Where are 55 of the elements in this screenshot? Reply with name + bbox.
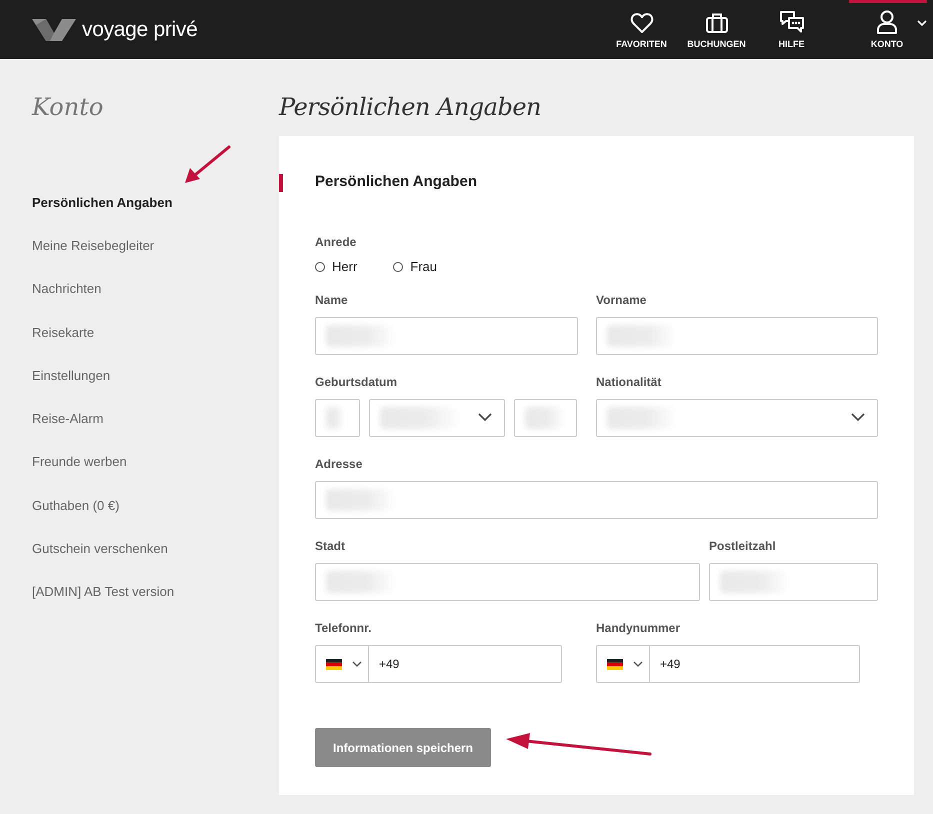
input-field[interactable] [315,563,700,601]
logo-icon [32,16,76,42]
sidebar-item[interactable]: Nachrichten [32,268,102,311]
heart-icon [630,12,654,34]
radio-option[interactable]: Frau [393,259,438,274]
page-title: Persönlichen Angaben [279,93,542,121]
phone-field[interactable]: +49 [596,645,860,683]
chevron-down-icon [633,661,643,667]
input-field[interactable] [514,399,577,437]
field-label: Nationalität [596,375,662,389]
sidebar-title: Konto [32,93,104,121]
section-heading: Persönlichen Angaben [315,173,477,190]
input-field[interactable] [596,317,878,355]
sidebar-item[interactable]: Freunde werben [32,440,127,484]
chevron-down-icon [352,661,362,667]
radio-option[interactable]: Herr [315,259,358,274]
field-label: Stadt [315,539,345,553]
input-field[interactable] [315,317,578,355]
sidebar-item[interactable]: Reise-Alarm [32,397,104,441]
save-button[interactable]: Informationen speichern [315,728,491,767]
user-icon [876,10,898,34]
chevron-down-icon [851,413,865,422]
sidebar-item[interactable]: [ADMIN] AB Test version [32,570,174,614]
field-label: Handynummer [596,621,680,635]
input-field[interactable] [709,563,878,601]
sidebar-item[interactable]: Reisekarte [32,310,94,354]
nav-item[interactable]: FAVORITEN [604,0,679,59]
flag-icon [326,658,342,670]
sidebar-item[interactable]: Gutschein verschenken [32,527,168,571]
field-label: Vorname [596,293,646,307]
chevron-down-icon [478,413,492,422]
suitcase-icon [704,12,728,34]
field-label: Adresse [315,457,362,471]
field-label: Geburtsdatum [315,375,398,389]
input-field[interactable] [315,481,878,519]
field-label: Name [315,293,348,307]
section-marker [279,174,283,192]
nav-item[interactable]: KONTO [849,0,927,59]
flag-icon [607,658,623,670]
select-field[interactable] [369,399,505,437]
annotation-arrow [183,144,233,186]
sidebar-item[interactable]: Einstellungen [32,354,110,398]
field-label: Postleitzahl [709,539,776,553]
sidebar-item[interactable]: Persönlichen Angaben [32,181,172,224]
logo-text: voyage privé [82,18,198,42]
sidebar-item[interactable]: Meine Reisebegleiter [32,224,154,268]
nav-item[interactable]: BUCHUNGEN [679,0,754,59]
phone-field[interactable]: +49 [315,645,562,683]
field-label: Telefonnr. [315,621,372,635]
chat-icon [778,10,804,34]
select-field[interactable] [596,399,878,437]
sidebar-item[interactable]: Guthaben (0 €) [32,484,120,528]
field-label: Anrede [315,235,356,249]
nav-item[interactable]: HILFE [754,0,829,59]
input-field[interactable] [315,399,360,437]
